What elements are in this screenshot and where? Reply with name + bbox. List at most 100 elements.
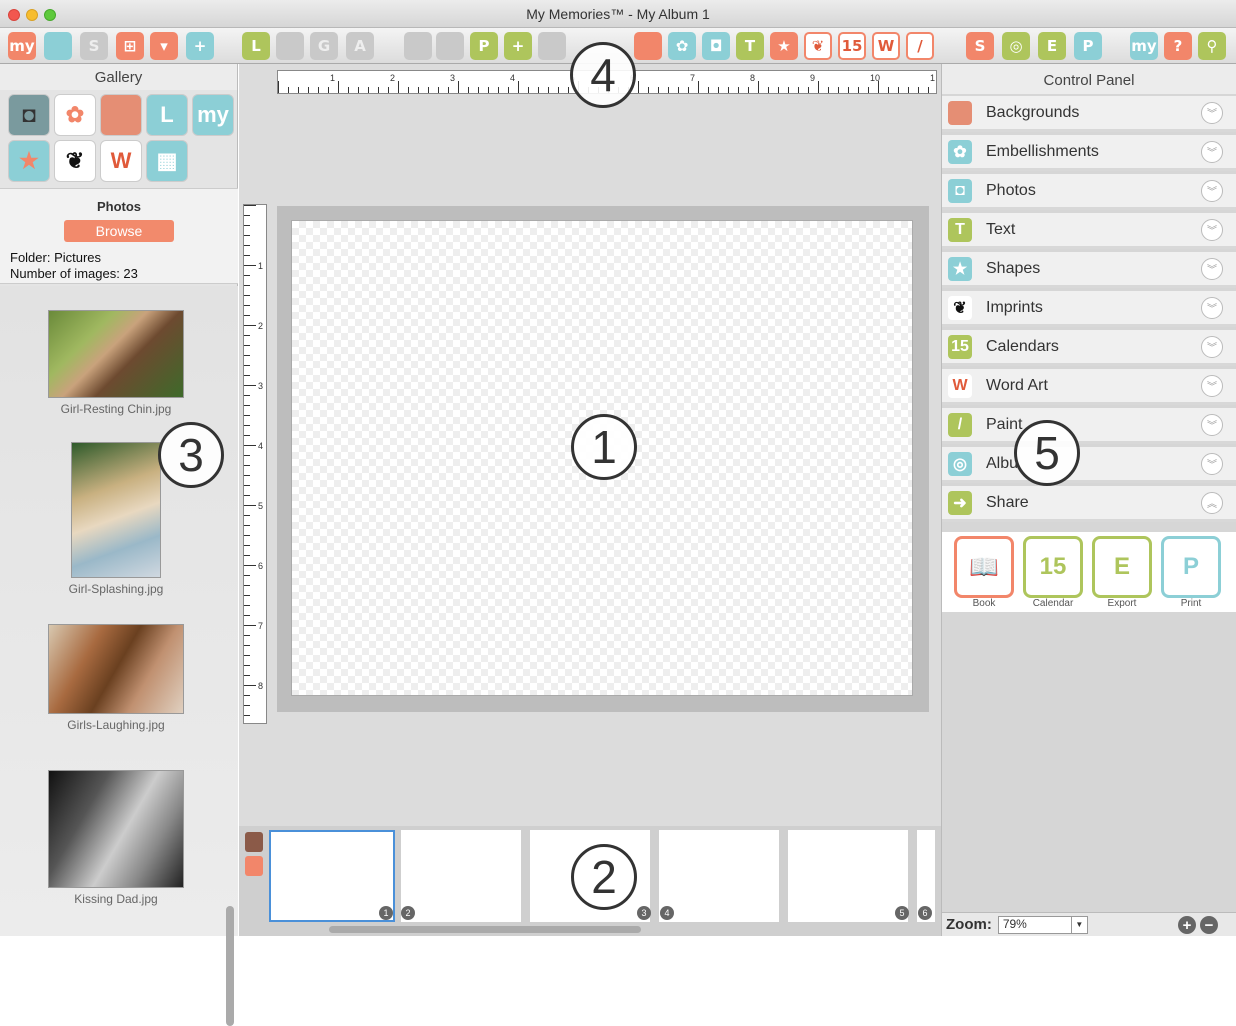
ruler-tick	[858, 87, 859, 93]
chevron-down-icon[interactable]: ︾	[1201, 335, 1223, 358]
text-icon[interactable]: T	[736, 32, 764, 60]
ruler-tick	[898, 87, 899, 93]
chevron-down-icon[interactable]: ︾	[1201, 452, 1223, 475]
shield-icon[interactable]: ▾	[150, 32, 178, 60]
ruler-tick	[868, 87, 869, 93]
help-icon[interactable]: ?	[1164, 32, 1192, 60]
flower-icon[interactable]: ✿	[54, 94, 96, 136]
control-panel-row-embellishments[interactable]: ✿ Embellishments ︾	[942, 135, 1236, 171]
photos-icon: ◘	[948, 178, 972, 203]
mycom-icon[interactable]: my	[192, 94, 234, 136]
page-strip-scrollbar[interactable]	[329, 926, 641, 933]
photo-thumbnail[interactable]: Girl-Resting Chin.jpg	[16, 310, 216, 416]
mycom-icon[interactable]: my	[1130, 32, 1158, 60]
page-thumb-5[interactable]	[788, 830, 908, 922]
rotate-icon[interactable]	[538, 32, 566, 60]
export-icon[interactable]: E	[1038, 32, 1066, 60]
ruler-tick	[458, 81, 459, 93]
ruler-icon[interactable]	[276, 32, 304, 60]
control-panel-row-paint[interactable]: / Paint ︾	[942, 408, 1236, 444]
share-s-icon[interactable]: S	[966, 32, 994, 60]
book-icon: 📖	[954, 536, 1014, 598]
page-thumb-2[interactable]	[401, 830, 521, 922]
chevron-down-icon[interactable]: ︾	[1201, 413, 1223, 436]
control-panel-row-text[interactable]: T Text ︾	[942, 213, 1236, 249]
save-icon[interactable]: S	[80, 32, 108, 60]
chevron-down-icon[interactable]: ▼	[1070, 916, 1087, 933]
share-calendar-button[interactable]: 15 Calendar	[1023, 536, 1083, 610]
control-panel-row-imprints[interactable]: ❦ Imprints ︾	[942, 291, 1236, 327]
photo-list-scrollbar[interactable]	[226, 906, 234, 1026]
calendar-icon[interactable]: 15	[838, 32, 866, 60]
backgrounds-icon[interactable]	[634, 32, 662, 60]
photos-icon[interactable]: ◘	[702, 32, 730, 60]
embellishments-icon[interactable]: ✿	[668, 32, 696, 60]
photo-image[interactable]	[48, 770, 184, 888]
zoom-in-button[interactable]: +	[1178, 916, 1196, 934]
paste-icon[interactable]	[436, 32, 464, 60]
l-icon[interactable]: L	[146, 94, 188, 136]
book-icon[interactable]: ◎	[1002, 32, 1030, 60]
photo-page-icon[interactable]: P	[470, 32, 498, 60]
layers-icon[interactable]: L	[242, 32, 270, 60]
page-thumb-4[interactable]	[659, 830, 779, 922]
ruler-tick	[244, 295, 250, 296]
my-logo-icon[interactable]: my	[8, 32, 36, 60]
zoom-select[interactable]: 79% ▼	[997, 915, 1088, 934]
chevron-down-icon[interactable]: ︾	[1201, 101, 1223, 124]
photo-image[interactable]	[48, 310, 184, 398]
photo-thumbnail[interactable]: Kissing Dad.jpg	[16, 770, 216, 906]
photo-image[interactable]	[48, 624, 184, 714]
browse-button[interactable]: Browse	[64, 220, 174, 242]
control-panel-row-label: Paint	[986, 415, 1023, 433]
imprints-icon[interactable]: ❦	[804, 32, 832, 60]
ruler-tick	[908, 87, 909, 93]
book-view-icon[interactable]	[245, 856, 263, 876]
copy-icon[interactable]	[404, 32, 432, 60]
folder-icon[interactable]	[44, 32, 72, 60]
stripes-icon[interactable]	[100, 94, 142, 136]
control-panel-row-share[interactable]: ➜ Share ︽	[942, 486, 1236, 522]
print-icon[interactable]: P	[1074, 32, 1102, 60]
search-icon[interactable]: ⚲	[1198, 32, 1226, 60]
paint-icon[interactable]: /	[906, 32, 934, 60]
layout-icon[interactable]: ⊞	[116, 32, 144, 60]
chevron-down-icon[interactable]: ︾	[1201, 257, 1223, 280]
word-art-icon[interactable]: W	[872, 32, 900, 60]
control-panel-row-word-art[interactable]: W Word Art ︾	[942, 369, 1236, 405]
control-panel-row-photos[interactable]: ◘ Photos ︾	[942, 174, 1236, 210]
control-panel-row-backgrounds[interactable]: Backgrounds ︾	[942, 96, 1236, 132]
share-print-button[interactable]: P Print	[1161, 536, 1221, 610]
photo-image[interactable]	[71, 442, 161, 578]
share-book-button[interactable]: 📖 Book	[954, 536, 1014, 610]
zoom-out-button[interactable]: −	[1200, 916, 1218, 934]
camera-icon[interactable]: ◘	[8, 94, 50, 136]
control-panel-row-albu[interactable]: ◎ Albu ︾	[942, 447, 1236, 483]
shapes-icon[interactable]: ★	[770, 32, 798, 60]
control-panel-row-shapes[interactable]: ★ Shapes ︾	[942, 252, 1236, 288]
share-export-button[interactable]: E Export	[1092, 536, 1152, 610]
chevron-down-icon[interactable]: ︾	[1201, 140, 1223, 163]
page-view-icon[interactable]	[245, 832, 263, 852]
control-panel-row-calendars[interactable]: 15 Calendars ︾	[942, 330, 1236, 366]
photo-thumbnail[interactable]: Girls-Laughing.jpg	[16, 624, 216, 732]
butterfly-icon[interactable]: ❦	[54, 140, 96, 182]
ruler-label: 3	[258, 381, 264, 391]
control-panel-row-label: Word Art	[986, 376, 1048, 394]
chevron-up-icon[interactable]: ︽	[1201, 491, 1223, 514]
ruler-tick	[408, 87, 409, 93]
page-thumb-1[interactable]	[269, 830, 395, 922]
add-page-icon[interactable]: +	[186, 32, 214, 60]
star-icon[interactable]: ★	[8, 140, 50, 182]
add-photo-icon[interactable]: +	[504, 32, 532, 60]
text-style-icon[interactable]: A	[346, 32, 374, 60]
control-panel-row-label: Albu	[986, 454, 1019, 472]
chevron-down-icon[interactable]: ︾	[1201, 179, 1223, 202]
share-icon: ➜	[948, 490, 972, 515]
grid-icon[interactable]: G	[310, 32, 338, 60]
chevron-down-icon[interactable]: ︾	[1201, 218, 1223, 241]
word-art-icon[interactable]: W	[100, 140, 142, 182]
chevron-down-icon[interactable]: ︾	[1201, 296, 1223, 319]
layout-icon[interactable]: ▦	[146, 140, 188, 182]
chevron-down-icon[interactable]: ︾	[1201, 374, 1223, 397]
